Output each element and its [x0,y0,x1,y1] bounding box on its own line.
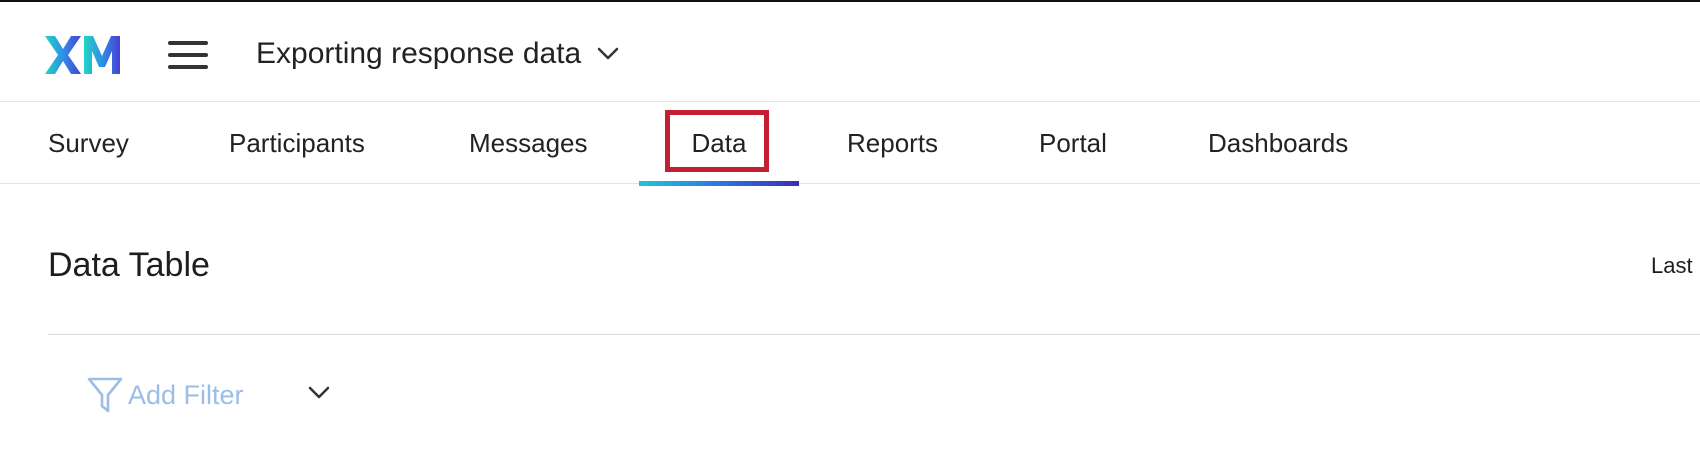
divider [48,334,1700,335]
xm-logo[interactable] [44,34,122,76]
tab-label: Survey [48,127,129,158]
project-selector[interactable]: Exporting response data [256,34,619,74]
tab-portal[interactable]: Portal [1039,102,1107,184]
top-bar: Exporting response data [0,2,1700,102]
add-filter-button[interactable]: Add Filter [86,374,244,416]
qualtrics-page: Exporting response data Survey Participa… [0,0,1700,450]
funnel-icon [87,377,123,413]
tab-messages[interactable]: Messages [469,102,588,184]
main-nav-tabs: Survey Participants Messages Data Report… [0,102,1700,186]
active-tab-underline [639,181,799,186]
tab-label: Dashboards [1208,127,1349,158]
tab-label: Portal [1039,127,1107,158]
hamburger-menu-icon[interactable] [166,38,210,72]
tab-survey[interactable]: Survey [48,102,129,184]
tab-dashboards[interactable]: Dashboards [1208,102,1348,184]
chevron-down-icon [597,47,619,60]
add-filter-label: Add Filter [128,379,244,410]
project-title: Exporting response data [256,37,582,70]
tab-data[interactable]: Data [639,102,799,186]
tab-label: Messages [469,127,588,158]
tab-label: Data [691,127,747,158]
tab-label: Participants [229,127,365,158]
chevron-down-icon[interactable] [308,386,330,400]
tab-reports[interactable]: Reports [847,102,938,184]
tab-participants[interactable]: Participants [229,102,365,184]
last-label[interactable]: Last [1651,253,1693,279]
page-title: Data Table [48,246,210,284]
tab-label: Reports [847,127,939,158]
